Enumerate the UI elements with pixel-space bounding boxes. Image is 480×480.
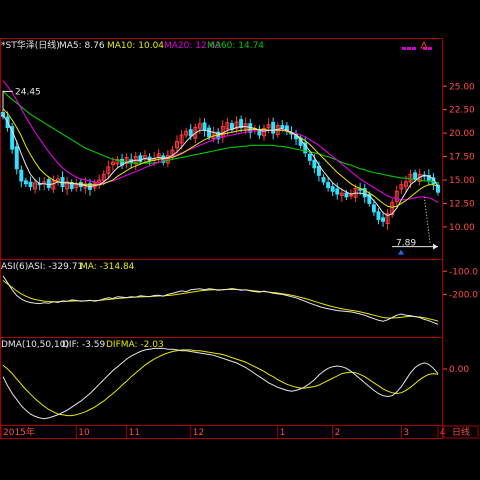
asi-panel <box>2 275 439 325</box>
candle-body <box>326 182 331 188</box>
asi-title: ASI(6) <box>1 262 28 272</box>
ma5-label: MA5: 8.76 <box>59 41 105 51</box>
candle-body <box>321 177 326 183</box>
difma-line <box>2 349 439 417</box>
asi-legend: ASI(6) ASI: -329.71 MA: -314.84 <box>1 262 135 272</box>
price-axis-tick-label: 12.50 <box>449 199 475 209</box>
ma5-line <box>2 115 439 217</box>
outer-frame <box>0 38 443 439</box>
date-label: 11 <box>129 428 140 438</box>
candle-body <box>349 194 353 197</box>
candle-body <box>316 165 321 176</box>
asi-ma-value: MA: -314.84 <box>80 262 135 272</box>
candle-body <box>344 192 349 198</box>
dma-legend: DMA(10,50,10) DIF: -3.59 DIFMA: -2.03 <box>1 340 164 350</box>
candle-body <box>14 146 19 170</box>
event-icons[interactable] <box>402 40 432 50</box>
candle-body <box>335 188 340 195</box>
candle-body <box>371 204 376 213</box>
price-panel: 24.45 7.89 <box>1 80 440 255</box>
ma10-label: MA10: 10.04 <box>107 41 164 51</box>
dif-line <box>2 347 439 420</box>
price-axis-tick-label: 22.50 <box>449 106 475 116</box>
stock-name: *ST华泽(日线) <box>1 39 60 51</box>
price-legend: *ST华泽(日线) MA5: 8.76 MA10: 10.04 MA20: 12… <box>1 39 264 51</box>
date-label: 2015年 <box>3 426 35 438</box>
event-marker-icon[interactable] <box>402 47 406 50</box>
price-axis-tick-label: 17.50 <box>449 153 475 163</box>
high-price-label: 24.45 <box>15 87 41 97</box>
date-label: 1 <box>280 428 286 438</box>
price-axis-tick-label: 10.00 <box>449 223 475 233</box>
low-arrow-icon <box>433 243 438 250</box>
asi-axis: -100.0 -200.0 <box>443 267 478 300</box>
event-marker-icon[interactable] <box>412 47 416 50</box>
event-marker-icon[interactable] <box>407 47 411 50</box>
candle-body <box>188 129 193 137</box>
candle-body <box>280 125 285 128</box>
ma60-label: MA60: 14.74 <box>207 41 264 51</box>
date-label: 4 <box>440 428 446 438</box>
asi-axis-tick-label: -200.0 <box>449 290 478 300</box>
stock-chart: *ST华泽(日线) MA5: 8.76 MA10: 10.04 MA20: 12… <box>0 38 479 439</box>
dma-title: DMA(10,50,10) <box>1 340 69 350</box>
candle-body <box>376 211 381 220</box>
projection-line <box>423 196 431 243</box>
dif-value: DIF: -3.59 <box>62 340 106 350</box>
dma-axis-tick-label: 0.00 <box>449 365 469 375</box>
dma-panel <box>2 347 439 420</box>
candle-body <box>28 181 33 188</box>
event-marker-icon[interactable] <box>428 47 432 50</box>
period-label[interactable]: 日线 <box>452 426 470 438</box>
ma10-line <box>2 108 439 208</box>
candle-body <box>330 186 335 192</box>
candle-body <box>307 153 312 161</box>
event-flag-icon <box>398 249 404 255</box>
price-axis: 25.00 22.50 20.00 17.50 15.00 12.50 10.00 <box>443 82 475 233</box>
candle-body <box>23 180 28 185</box>
candle-body <box>207 127 212 138</box>
asi-value: ASI: -329.71 <box>28 262 83 272</box>
date-label: 12 <box>193 428 204 438</box>
dma-axis: 0.00 <box>443 365 469 375</box>
low-price-label: 7.89 <box>396 239 416 249</box>
candle-body <box>381 217 386 222</box>
date-axis: 2015年 10 11 12 1 2 3 4 <box>0 426 446 438</box>
candle-body <box>257 130 262 136</box>
date-label: 10 <box>78 428 90 438</box>
candle-body <box>312 159 317 169</box>
date-label: 2 <box>335 428 341 438</box>
high-marker <box>2 90 13 112</box>
candle-body <box>413 172 418 180</box>
chart-frame <box>0 38 443 439</box>
price-axis-tick-label: 15.00 <box>449 176 475 186</box>
candle-body <box>60 177 65 188</box>
asi-line <box>2 275 439 325</box>
candle-body <box>19 169 24 182</box>
candle-body <box>271 121 276 134</box>
asi-axis-tick-label: -100.0 <box>449 267 478 277</box>
price-axis-tick-label: 20.00 <box>449 129 475 139</box>
date-label: 3 <box>403 428 409 438</box>
candle-body <box>202 122 207 131</box>
candle-body <box>46 179 51 188</box>
price-axis-tick-label: 25.00 <box>449 82 475 92</box>
